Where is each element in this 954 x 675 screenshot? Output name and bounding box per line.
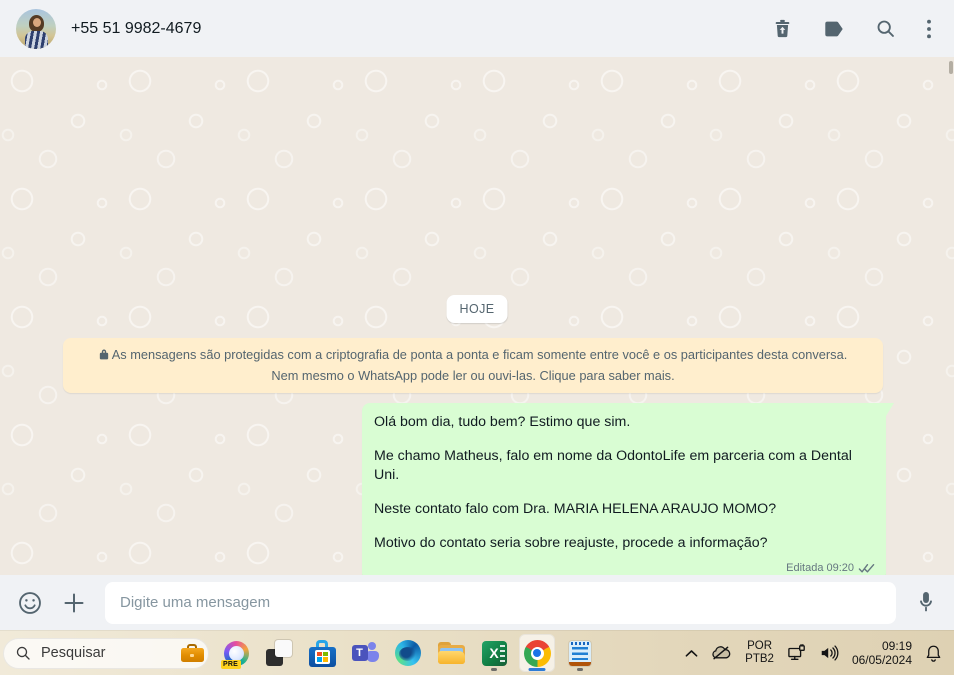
taskbar-store-button[interactable] — [304, 634, 340, 672]
excel-icon: X — [481, 640, 507, 666]
taskbar-chrome-button[interactable] — [519, 634, 555, 672]
taskbar-file-explorer-button[interactable] — [433, 634, 469, 672]
chevron-up-icon[interactable] — [685, 649, 698, 658]
taskbar-notepad-button[interactable] — [562, 634, 598, 672]
teams-icon: T — [351, 641, 379, 665]
taskbar-teams-button[interactable]: T — [347, 634, 383, 672]
whatsapp-window: +55 51 9982-4679 HOJE As mensagens são p… — [0, 0, 954, 675]
message-meta: Editada 09:20 — [786, 562, 875, 574]
edge-icon — [395, 640, 421, 666]
outgoing-message-bubble[interactable]: Olá bom dia, tudo bem? Estimo que sim. M… — [362, 403, 894, 575]
attach-plus-icon[interactable] — [62, 591, 86, 615]
windows-taskbar: Pesquisar PRE T X POR PTB2 09:19 06/05/2… — [0, 630, 954, 675]
keyboard-layout: PTB2 — [745, 653, 774, 665]
kebab-menu-icon[interactable] — [926, 18, 932, 40]
bubble-tail — [886, 403, 894, 421]
search-icon[interactable] — [875, 18, 896, 39]
taskbar-search-label: Pesquisar — [41, 645, 106, 661]
mic-icon[interactable] — [915, 590, 937, 615]
taskbar-edge-button[interactable] — [390, 634, 426, 672]
message-composer-bar — [0, 575, 954, 630]
avatar-art — [32, 17, 41, 27]
header-actions — [772, 18, 932, 40]
file-explorer-icon — [437, 642, 465, 664]
chrome-icon — [523, 639, 551, 667]
taskbar-search-box[interactable]: Pesquisar — [3, 637, 209, 669]
notepad-icon — [569, 640, 591, 666]
message-time: 09:20 — [826, 562, 854, 574]
message-input[interactable] — [105, 581, 896, 624]
message-paragraph: Olá bom dia, tudo bem? Estimo que sim. — [374, 414, 631, 430]
language-code: POR — [747, 640, 773, 652]
copilot-icon: PRE — [220, 640, 249, 669]
message-paragraph: Motivo do contato seria sobre reajuste, … — [374, 535, 768, 551]
search-icon — [16, 646, 30, 660]
system-tray: POR PTB2 09:19 06/05/2024 — [685, 639, 946, 668]
encryption-notice-text: As mensagens são protegidas com a cripto… — [111, 347, 848, 383]
running-indicator — [577, 668, 583, 671]
taskbar-task-view-button[interactable] — [261, 634, 297, 672]
volume-icon[interactable] — [820, 645, 839, 661]
copilot-pre-badge: PRE — [220, 659, 241, 669]
taskbar-copilot-button[interactable]: PRE — [218, 634, 254, 672]
contact-avatar[interactable] — [16, 8, 56, 49]
bell-icon[interactable] — [925, 644, 942, 663]
avatar-art — [25, 30, 48, 49]
chat-message-area: HOJE As mensagens são protegidas com a c… — [0, 57, 954, 575]
taskbar-apps: PRE T X — [218, 634, 598, 672]
emoji-smiley-icon[interactable] — [17, 590, 43, 616]
double-check-icon — [858, 563, 875, 574]
message-paragraph: Me chamo Matheus, falo em nome da Odonto… — [374, 448, 852, 483]
ethernet-icon[interactable] — [787, 644, 807, 662]
running-indicator — [491, 668, 497, 671]
label-tag-icon[interactable] — [823, 19, 845, 39]
chat-header: +55 51 9982-4679 — [0, 0, 954, 57]
microsoft-store-icon — [308, 639, 336, 667]
edited-label: Editada — [786, 562, 824, 574]
tray-date: 06/05/2024 — [851, 653, 912, 667]
message-paragraph: Neste contato falo com Dra. MARIA HELENA… — [374, 501, 777, 517]
delete-trash-icon[interactable] — [772, 18, 793, 39]
language-indicator[interactable]: POR PTB2 — [745, 640, 774, 666]
tray-time: 09:19 — [881, 638, 912, 653]
taskbar-excel-button[interactable]: X — [476, 634, 512, 672]
encryption-notice-banner[interactable]: As mensagens são protegidas com a cripto… — [63, 338, 883, 393]
task-view-icon — [266, 640, 292, 666]
bing-daily-icon[interactable] — [179, 640, 205, 666]
date-badge: HOJE — [446, 295, 508, 323]
contact-phone-title[interactable]: +55 51 9982-4679 — [71, 20, 757, 38]
clock[interactable]: 09:19 06/05/2024 — [852, 639, 912, 668]
active-app-indicator — [528, 668, 546, 671]
onedrive-off-icon[interactable] — [711, 645, 732, 661]
lock-icon — [99, 346, 109, 366]
scrollbar-thumb[interactable] — [949, 61, 953, 74]
